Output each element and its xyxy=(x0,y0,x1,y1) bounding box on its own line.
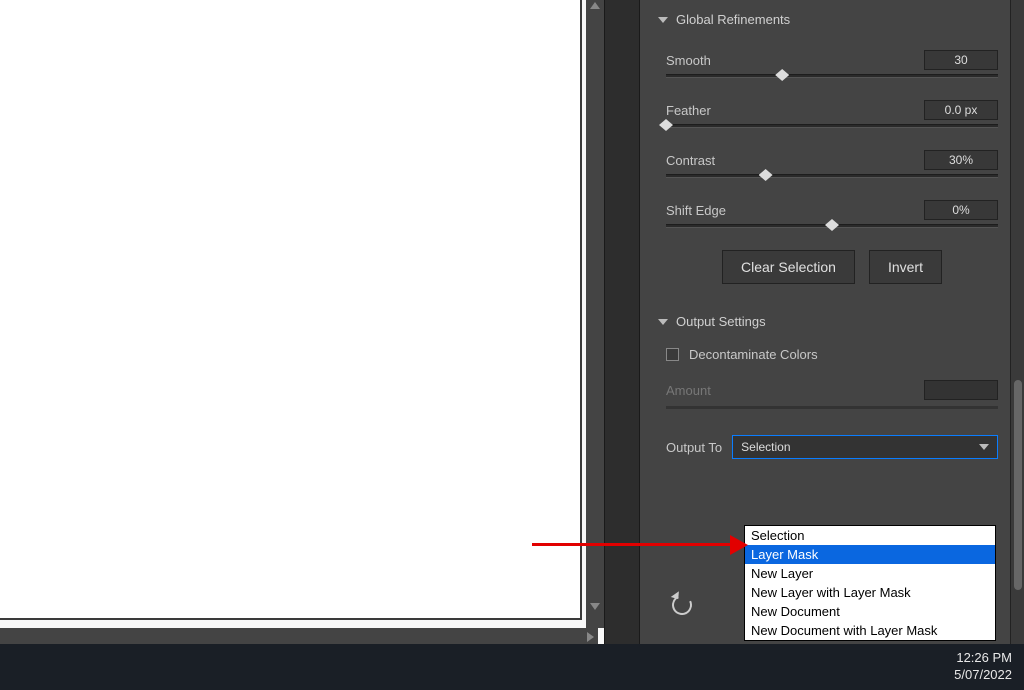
panel-divider xyxy=(604,0,640,644)
panel-vertical-scrollbar[interactable] xyxy=(1010,0,1024,644)
document-canvas[interactable] xyxy=(0,0,582,620)
clear-selection-button[interactable]: Clear Selection xyxy=(722,250,855,284)
checkbox-icon[interactable] xyxy=(666,348,679,361)
chevron-down-icon xyxy=(658,319,668,325)
smooth-slider[interactable]: Smooth 30 xyxy=(666,50,998,78)
feather-thumb[interactable] xyxy=(659,119,673,131)
feather-slider[interactable]: Feather 0.0 px xyxy=(666,100,998,128)
output-to-option[interactable]: Layer Mask xyxy=(745,545,995,564)
output-to-option[interactable]: Selection xyxy=(745,526,995,545)
canvas-horizontal-scrollbar[interactable] xyxy=(0,628,598,644)
shift-edge-thumb[interactable] xyxy=(825,219,839,231)
contrast-value[interactable]: 30% xyxy=(924,150,998,170)
system-tray-clock[interactable]: 12:26 PM 5/07/2022 xyxy=(954,649,1012,683)
shift-edge-value[interactable]: 0% xyxy=(924,200,998,220)
feather-value[interactable]: 0.0 px xyxy=(924,100,998,120)
amount-label: Amount xyxy=(666,383,711,398)
canvas-vertical-scrollbar[interactable] xyxy=(586,0,604,628)
tray-date: 5/07/2022 xyxy=(954,666,1012,683)
annotation-arrow-head xyxy=(730,535,748,555)
amount-value xyxy=(924,380,998,400)
tray-time: 12:26 PM xyxy=(954,649,1012,666)
output-to-option[interactable]: New Document with Layer Mask xyxy=(745,621,995,640)
amount-row: Amount xyxy=(666,380,998,400)
shift-edge-slider[interactable]: Shift Edge 0% xyxy=(666,200,998,228)
feather-label: Feather xyxy=(666,103,711,118)
reset-icon xyxy=(669,592,695,618)
section-global-refinements[interactable]: Global Refinements xyxy=(640,0,1024,39)
amount-slider xyxy=(666,406,998,409)
reset-button[interactable] xyxy=(672,595,692,620)
canvas-area xyxy=(0,0,604,644)
output-to-option[interactable]: New Document xyxy=(745,602,995,621)
section-title: Output Settings xyxy=(676,314,766,329)
output-to-label: Output To xyxy=(666,440,722,455)
smooth-value[interactable]: 30 xyxy=(924,50,998,70)
invert-button[interactable]: Invert xyxy=(869,250,942,284)
output-to-selected: Selection xyxy=(741,440,790,454)
windows-taskbar[interactable]: 12:26 PM 5/07/2022 xyxy=(0,644,1024,690)
decontaminate-colors-checkbox[interactable]: Decontaminate Colors xyxy=(666,347,998,362)
contrast-thumb[interactable] xyxy=(759,169,773,181)
output-to-option[interactable]: New Layer with Layer Mask xyxy=(745,583,995,602)
shift-edge-label: Shift Edge xyxy=(666,203,726,218)
chevron-down-icon xyxy=(658,17,668,23)
smooth-label: Smooth xyxy=(666,53,711,68)
section-output-settings[interactable]: Output Settings xyxy=(640,302,1024,341)
contrast-slider[interactable]: Contrast 30% xyxy=(666,150,998,178)
contrast-label: Contrast xyxy=(666,153,715,168)
output-to-dropdown[interactable]: SelectionLayer MaskNew LayerNew Layer wi… xyxy=(744,525,996,641)
output-to-select[interactable]: Selection xyxy=(732,435,998,459)
section-title: Global Refinements xyxy=(676,12,790,27)
chevron-down-icon xyxy=(979,444,989,450)
output-to-option[interactable]: New Layer xyxy=(745,564,995,583)
smooth-thumb[interactable] xyxy=(775,69,789,81)
annotation-arrow xyxy=(532,543,732,546)
decontaminate-label: Decontaminate Colors xyxy=(689,347,818,362)
